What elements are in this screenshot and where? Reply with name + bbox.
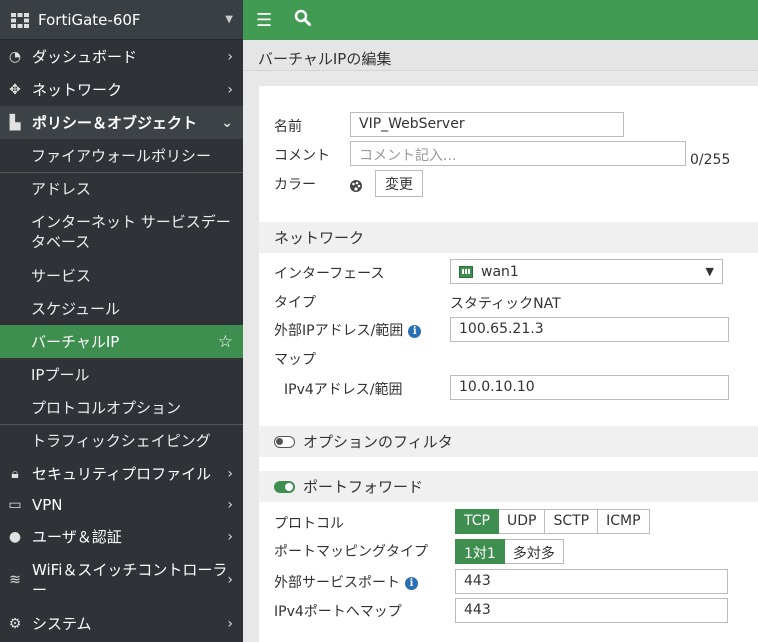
chevron-right-icon: › — [227, 528, 233, 545]
nav-label: VPN — [32, 496, 63, 514]
wifi-icon: ≋ — [9, 572, 21, 588]
port-mapping-one-to-one[interactable]: 1対1 — [455, 539, 505, 564]
page-title: バーチャルIPの編集 — [243, 40, 758, 71]
port-mapping-type-label: ポートマッピングタイプ — [274, 544, 428, 560]
comment-placeholder: コメント記入... — [359, 148, 457, 164]
edit-form: 名前 VIP_WebServer コメント コメント記入... 0/255 カラ… — [259, 86, 758, 642]
ipv4-address-input[interactable]: 10.0.10.10 — [450, 375, 729, 400]
name-input[interactable]: VIP_WebServer — [350, 112, 624, 137]
fortigate-logo-icon — [11, 12, 29, 28]
port-forward-label: ポートフォワード — [303, 478, 424, 496]
protocol-sctp[interactable]: SCTP — [545, 509, 599, 534]
comment-label: コメント — [274, 148, 330, 164]
policy-icon: ▙ — [9, 114, 21, 131]
map-label: マップ — [274, 352, 316, 368]
nav-security-profiles[interactable]: 🔒︎ セキュリティプロファイル › — [0, 457, 243, 490]
chevron-right-icon: › — [227, 497, 233, 513]
sidebar-item-services[interactable]: サービス — [0, 259, 243, 292]
sidebar-item-internet-service-db[interactable]: インターネット サービスデータベース — [0, 205, 243, 259]
option-filter-label: オプションのフィルタ — [303, 433, 453, 451]
network-icon: ✥ — [9, 81, 21, 98]
user-icon: ● — [8, 528, 22, 545]
chevron-right-icon: › — [227, 465, 233, 482]
interface-value: wan1 — [481, 263, 519, 280]
chevron-right-icon: › — [227, 48, 233, 65]
chevron-right-icon: › — [227, 615, 233, 632]
sidebar-item-ip-pools[interactable]: IPプール — [0, 358, 243, 391]
vpn-icon: ▭ — [8, 497, 22, 513]
protocol-tcp[interactable]: TCP — [455, 509, 499, 534]
interface-select[interactable]: wan1 ▼ — [450, 259, 723, 284]
menu-icon[interactable]: ☰ — [256, 10, 272, 31]
sidebar-item-virtual-ip[interactable]: バーチャルIP ☆ — [0, 325, 243, 358]
protocol-icmp[interactable]: ICMP — [598, 509, 650, 534]
nav-label: WiFi＆スイッチコントローラー — [32, 561, 228, 599]
port-forward-header: ポートフォワード — [259, 471, 758, 502]
option-filter-header: オプションのフィルタ — [259, 426, 758, 457]
port-icon — [459, 265, 473, 278]
chevron-right-icon: › — [227, 81, 233, 98]
nav-wifi-switch[interactable]: ≋ WiFi＆スイッチコントローラー › — [0, 553, 243, 607]
comment-textarea[interactable]: コメント記入... — [350, 141, 686, 166]
comment-counter: 0/255 — [690, 152, 731, 168]
nav-label: ネットワーク — [32, 81, 123, 99]
nav-label: ポリシー＆オブジェクト — [32, 114, 198, 132]
nav-label: ダッシュボード — [32, 48, 138, 66]
star-icon[interactable]: ☆ — [218, 332, 233, 352]
sidebar-item-addresses[interactable]: アドレス — [0, 172, 243, 205]
sidebar-item-firewall-policy[interactable]: ファイアウォールポリシー — [0, 139, 243, 172]
info-icon[interactable]: i — [405, 577, 418, 590]
nav-label: システム — [32, 615, 92, 633]
ipv4-port-label: IPv4ポートへマップ — [274, 604, 402, 620]
color-label: カラー — [274, 177, 316, 193]
chevron-down-icon: ▼ — [225, 14, 233, 25]
nav-network[interactable]: ✥ ネットワーク › — [0, 73, 243, 106]
option-filter-toggle[interactable] — [274, 435, 295, 448]
port-mapping-selector: 1対1 多対多 — [455, 539, 564, 564]
search-icon[interactable] — [294, 9, 312, 31]
nav-dashboard[interactable]: ◔ ダッシュボード › — [0, 40, 243, 73]
nav-policy-objects[interactable]: ▙ ポリシー＆オブジェクト ⌄ — [0, 106, 243, 139]
color-palette-icon — [350, 180, 362, 192]
chevron-down-icon: ⌄ — [221, 114, 233, 131]
dashboard-icon: ◔ — [8, 48, 22, 65]
protocol-selector: TCP UDP SCTP ICMP — [455, 509, 650, 534]
lock-icon: 🔒︎ — [11, 465, 19, 482]
external-ip-input[interactable]: 100.65.21.3 — [450, 317, 729, 342]
sidebar-item-protocol-options[interactable]: プロトコルオプション — [0, 391, 243, 424]
type-label: タイプ — [274, 295, 316, 311]
color-change-button[interactable]: 変更 — [375, 170, 423, 197]
top-bar: ☰ — [243, 0, 758, 40]
external-port-label: 外部サービスポート i — [274, 572, 418, 592]
type-value: スタティックNAT — [450, 296, 561, 312]
gear-icon: ⚙ — [8, 615, 22, 632]
sidebar-item-schedules[interactable]: スケジュール — [0, 292, 243, 325]
external-ip-label: 外部IPアドレス/範囲 i — [274, 320, 422, 340]
protocol-label: プロトコル — [274, 516, 344, 532]
nav-label: ユーザ＆認証 — [32, 528, 122, 546]
ipv4-address-label: IPv4アドレス/範囲 — [284, 382, 403, 398]
external-port-input[interactable]: 443 — [455, 569, 728, 594]
ipv4-port-input[interactable]: 443 — [455, 598, 728, 623]
device-selector[interactable]: FortiGate-60F ▼ — [0, 0, 243, 40]
network-section-header: ネットワーク — [259, 222, 758, 253]
nav-system[interactable]: ⚙ システム › — [0, 607, 243, 640]
sidebar: FortiGate-60F ▼ ◔ ダッシュボード › ✥ ネットワーク › ▙… — [0, 0, 243, 642]
chevron-right-icon: › — [227, 572, 233, 588]
port-forward-toggle[interactable] — [274, 480, 295, 493]
sidebar-item-traffic-shaping[interactable]: トラフィックシェイピング — [0, 424, 243, 457]
nav-user-auth[interactable]: ● ユーザ＆認証 › — [0, 520, 243, 553]
nav-label: セキュリティプロファイル — [32, 465, 212, 483]
info-icon[interactable]: i — [408, 325, 422, 338]
nav-vpn[interactable]: ▭ VPN › — [0, 490, 243, 520]
interface-label: インターフェース — [274, 266, 385, 282]
device-name: FortiGate-60F — [38, 10, 141, 29]
protocol-udp[interactable]: UDP — [498, 509, 546, 534]
name-label: 名前 — [274, 119, 302, 135]
port-mapping-many-to-many[interactable]: 多対多 — [504, 539, 564, 564]
chevron-down-icon: ▼ — [705, 265, 714, 278]
